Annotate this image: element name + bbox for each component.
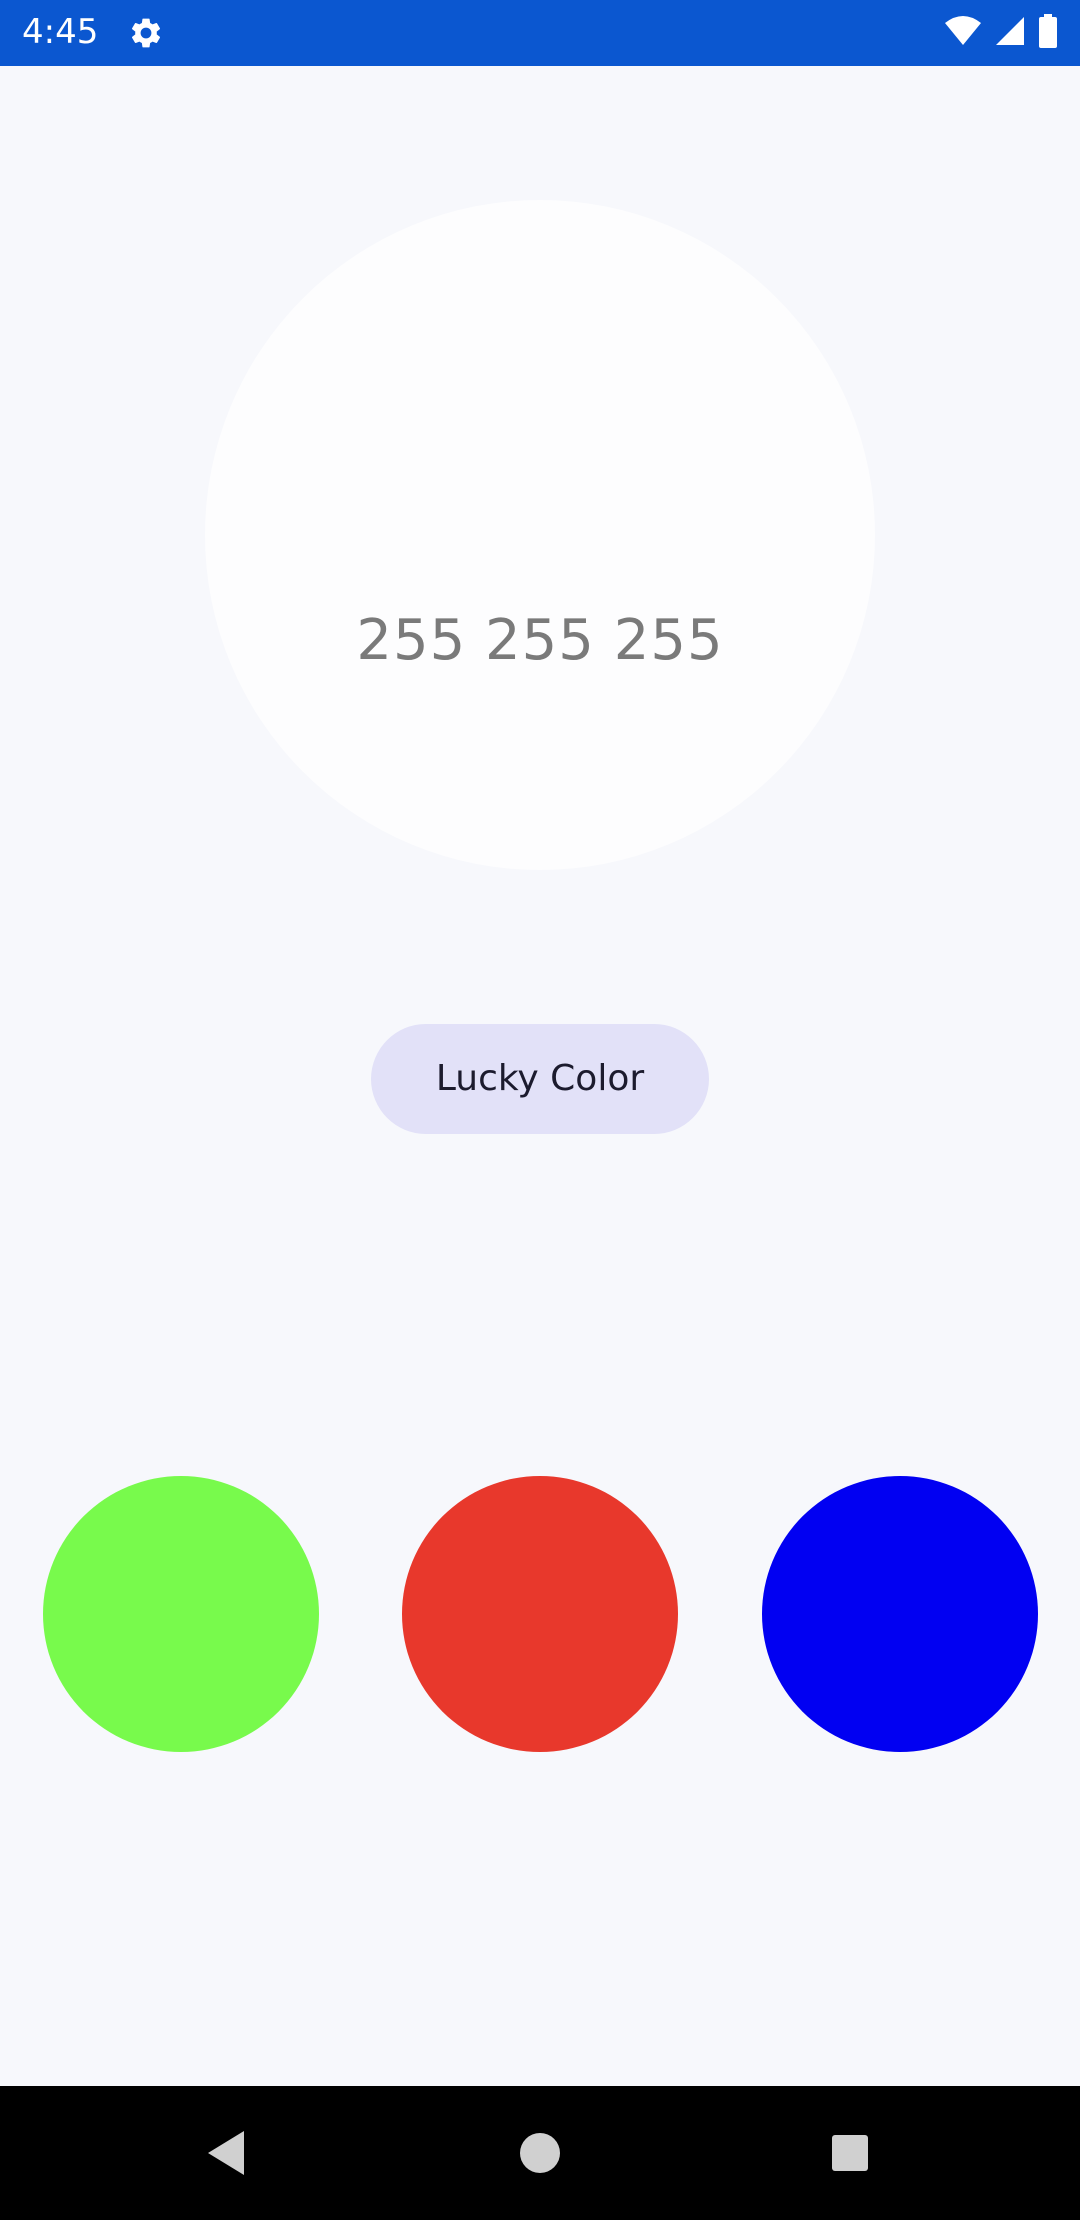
- red-color-dot[interactable]: [402, 1476, 678, 1752]
- cell-signal-icon: [994, 15, 1026, 51]
- wifi-icon: [944, 15, 982, 51]
- color-preview-circle: [205, 200, 875, 870]
- status-icons: [944, 14, 1058, 52]
- blue-color-dot[interactable]: [762, 1476, 1038, 1752]
- battery-icon: [1038, 14, 1058, 52]
- back-icon[interactable]: [159, 2086, 293, 2220]
- main-content: 255 255 255 Lucky Color: [0, 66, 1080, 2086]
- rgb-value-text: 255 255 255: [356, 608, 724, 673]
- green-color-dot[interactable]: [43, 1476, 319, 1752]
- settings-icon: [128, 15, 164, 51]
- status-bar: 4:45: [0, 0, 1080, 66]
- status-time: 4:45: [22, 12, 99, 52]
- recents-icon[interactable]: [783, 2086, 917, 2220]
- app-screen: 4:45 255 255 255 Lucky Color: [0, 0, 1080, 2220]
- home-icon[interactable]: [473, 2086, 607, 2220]
- navigation-bar: [0, 2086, 1080, 2220]
- lucky-color-button[interactable]: Lucky Color: [371, 1024, 709, 1134]
